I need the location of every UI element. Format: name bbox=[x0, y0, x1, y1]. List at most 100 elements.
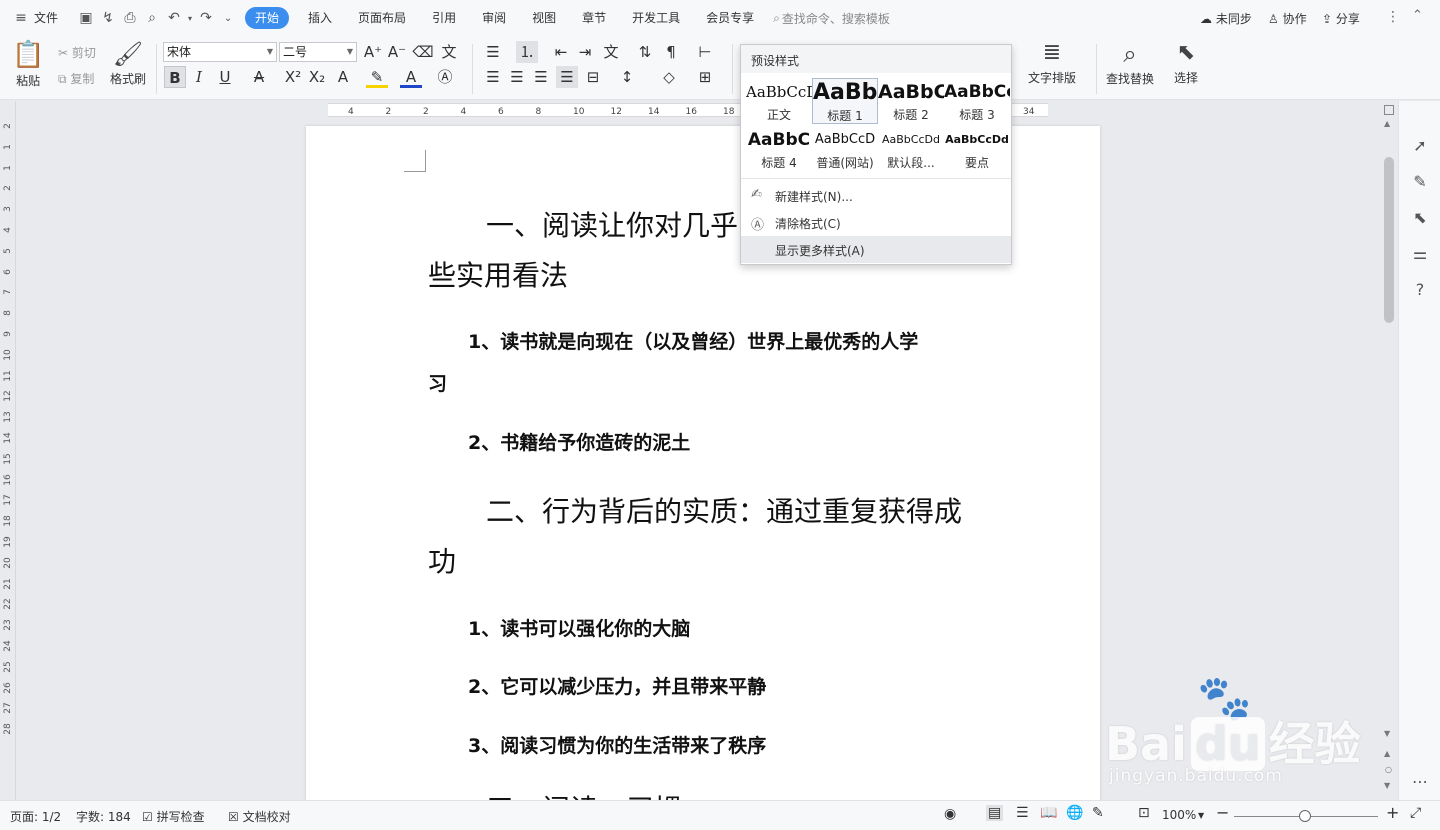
tab-view[interactable]: 视图 bbox=[519, 0, 569, 36]
align-left-icon[interactable]: ☰ bbox=[482, 66, 504, 88]
reading-view-icon[interactable]: 📖 bbox=[1040, 805, 1057, 821]
text-layout-button[interactable]: ≣ 文字排版 bbox=[1028, 40, 1076, 86]
phonetic-guide-icon[interactable]: 文 bbox=[438, 41, 460, 63]
scroll-down-icon[interactable]: ▼ bbox=[1384, 729, 1390, 738]
copy-button[interactable]: ⧉ 复制 bbox=[58, 70, 94, 87]
page-indicator[interactable]: 页面: 1/2 bbox=[10, 808, 61, 825]
print-preview-icon[interactable]: ⌕ bbox=[141, 7, 163, 29]
clear-format-item[interactable]: Ⓐ 清除格式(C) bbox=[741, 209, 1011, 236]
fit-page-icon[interactable]: ⊡ bbox=[1138, 805, 1150, 821]
collapse-ribbon-icon[interactable]: ⌃ bbox=[1412, 8, 1423, 23]
paragraph-3[interactable]: 1、读书可以强化你的大脑 bbox=[468, 614, 690, 641]
rocket-icon[interactable]: ➚ bbox=[1409, 135, 1431, 157]
increase-font-icon[interactable]: A⁺ bbox=[362, 41, 384, 63]
heading-2-line1[interactable]: 二、行为背后的实质：通过重复获得成 bbox=[486, 490, 962, 530]
collab-button[interactable]: ♙ 协作 bbox=[1268, 10, 1307, 27]
spell-check-button[interactable]: ☑ 拼写检查 bbox=[142, 808, 205, 825]
bold-icon[interactable]: B bbox=[164, 66, 186, 88]
heading-1-line1[interactable]: 一、阅读让你对几乎 bbox=[486, 204, 738, 244]
tab-home[interactable]: 开始 bbox=[245, 7, 290, 29]
print-icon[interactable]: ⎙ bbox=[119, 7, 141, 29]
tab-chapter[interactable]: 章节 bbox=[569, 0, 619, 36]
next-page-icon[interactable]: ▼ bbox=[1384, 781, 1390, 790]
sync-status[interactable]: ☁ 未同步 bbox=[1200, 10, 1252, 27]
word-count[interactable]: 字数: 184 bbox=[76, 808, 131, 825]
char-border-icon[interactable]: Ⓐ bbox=[434, 66, 456, 88]
new-style-item[interactable]: ✍ 新建样式(N)... bbox=[741, 182, 1011, 209]
zoom-level[interactable]: 100% bbox=[1162, 808, 1196, 822]
show-marks-icon[interactable]: ¶ bbox=[660, 41, 682, 63]
style-heading-2[interactable]: AaBbC 标题 2 bbox=[878, 78, 944, 124]
undo-icon[interactable]: ↶ bbox=[163, 7, 185, 29]
increase-indent-icon[interactable]: ⇥ bbox=[574, 41, 596, 63]
justify-icon[interactable]: ☰ bbox=[556, 66, 578, 88]
style-key-point[interactable]: AaBbCcDd 要点 bbox=[944, 126, 1010, 172]
fullscreen-icon[interactable]: ⤢ bbox=[1410, 805, 1421, 821]
more-icon[interactable]: ⋮ bbox=[1386, 9, 1400, 25]
scroll-up-icon[interactable]: ▲ bbox=[1384, 119, 1390, 128]
style-web-normal[interactable]: AaBbCcD 普通(网站) bbox=[812, 126, 878, 172]
numbered-list-icon[interactable]: ⒈ bbox=[516, 41, 538, 63]
prev-page-icon[interactable]: ▲ bbox=[1384, 749, 1390, 758]
paragraph-5[interactable]: 3、阅读习惯为你的生活带来了秩序 bbox=[468, 731, 766, 758]
underline-icon[interactable]: U bbox=[214, 66, 236, 88]
tab-review[interactable]: 审阅 bbox=[469, 0, 519, 36]
tab-references[interactable]: 引用 bbox=[419, 0, 469, 36]
paragraph-1-line2[interactable]: 习 bbox=[428, 369, 447, 396]
subscript-icon[interactable]: X₂ bbox=[306, 66, 328, 88]
paste-button[interactable]: 📋 粘贴 bbox=[12, 40, 44, 89]
save-icon[interactable]: ▣ bbox=[75, 7, 97, 29]
sort-icon[interactable]: ⇅ bbox=[634, 41, 656, 63]
font-name-select[interactable]: 宋体 ▼ bbox=[163, 42, 277, 62]
vertical-scrollbar[interactable]: ▲ ▼ ▲ ○ ▼ bbox=[1380, 101, 1398, 800]
style-heading-3[interactable]: AaBbCc 标题 3 bbox=[944, 78, 1010, 124]
heading-2-line2[interactable]: 功 bbox=[428, 540, 456, 580]
outline-view-icon[interactable]: ☰ bbox=[1016, 805, 1029, 821]
heading-1-line2[interactable]: 些实用看法 bbox=[428, 254, 568, 294]
chinese-layout-icon[interactable]: 文 bbox=[600, 41, 622, 63]
strikethrough-icon[interactable]: A bbox=[248, 66, 270, 88]
cursor-icon[interactable]: ⬉ bbox=[1409, 207, 1431, 229]
share-button[interactable]: ⇪ 分享 bbox=[1322, 10, 1360, 27]
output-icon[interactable]: ↯ bbox=[97, 7, 119, 29]
help-icon[interactable]: ? bbox=[1409, 279, 1431, 301]
undo-dropdown-icon[interactable]: ▾ bbox=[185, 7, 195, 29]
superscript-icon[interactable]: X² bbox=[282, 66, 304, 88]
text-effect-icon[interactable]: A bbox=[332, 66, 354, 88]
tab-member[interactable]: 会员专享 bbox=[693, 0, 767, 36]
hamburger-menu-icon[interactable]: ≡ bbox=[10, 7, 32, 29]
write-view-icon[interactable]: ✎ bbox=[1092, 805, 1104, 821]
pen-icon[interactable]: ✎ bbox=[1409, 171, 1431, 193]
page-view-icon[interactable]: ▤ bbox=[986, 805, 1004, 821]
tab-insert[interactable]: 插入 bbox=[295, 0, 345, 36]
paragraph-4[interactable]: 2、它可以减少压力，并且带来平静 bbox=[468, 672, 766, 699]
more-dots-icon[interactable]: ⋯ bbox=[1409, 771, 1431, 793]
paragraph-1-line1[interactable]: 1、读书就是向现在（以及曾经）世界上最优秀的人学 bbox=[468, 327, 918, 354]
tab-stop-icon[interactable]: ⊢ bbox=[694, 41, 716, 63]
zoom-slider-thumb[interactable] bbox=[1299, 810, 1311, 822]
zoom-out-icon[interactable]: − bbox=[1216, 803, 1229, 822]
file-menu[interactable]: 文件 bbox=[32, 0, 71, 36]
vertical-ruler[interactable]: 2 1 1 2 3 4 5 6 7 8 9 10 11 12 13 14 15 16 17 18 19 20 21 22 23 2… bbox=[0, 101, 16, 800]
zoom-dropdown-icon[interactable]: ▼ bbox=[1198, 811, 1204, 820]
style-normal[interactable]: AaBbCcDd 正文 bbox=[746, 78, 812, 124]
bullet-list-icon[interactable]: ☰ bbox=[482, 41, 504, 63]
zoom-in-icon[interactable]: + bbox=[1386, 803, 1399, 822]
line-spacing-icon[interactable]: ↕ bbox=[616, 66, 638, 88]
font-color-icon[interactable]: A bbox=[400, 66, 422, 88]
shading-icon[interactable]: ◇ bbox=[658, 66, 680, 88]
paragraph-2[interactable]: 2、书籍给予你造砖的泥土 bbox=[468, 428, 690, 455]
quick-access-dropdown-icon[interactable]: ⌄ bbox=[217, 7, 239, 29]
font-size-select[interactable]: 二号 ▼ bbox=[279, 42, 357, 62]
align-center-icon[interactable]: ☰ bbox=[506, 66, 528, 88]
decrease-indent-icon[interactable]: ⇤ bbox=[550, 41, 572, 63]
highlight-icon[interactable]: ✎ bbox=[366, 66, 388, 88]
find-replace-button[interactable]: ⌕ 查找替换 bbox=[1106, 40, 1154, 87]
borders-icon[interactable]: ⊞ bbox=[694, 66, 716, 88]
tab-developer[interactable]: 开发工具 bbox=[619, 0, 693, 36]
ruler-toggle-icon[interactable] bbox=[1384, 105, 1394, 115]
command-search-input[interactable]: 查找命令、搜索模板 bbox=[782, 10, 890, 27]
format-painter-button[interactable]: 🖌 格式刷 bbox=[110, 40, 146, 87]
decrease-font-icon[interactable]: A⁻ bbox=[386, 41, 408, 63]
style-default-para[interactable]: AaBbCcDd 默认段... bbox=[878, 126, 944, 172]
